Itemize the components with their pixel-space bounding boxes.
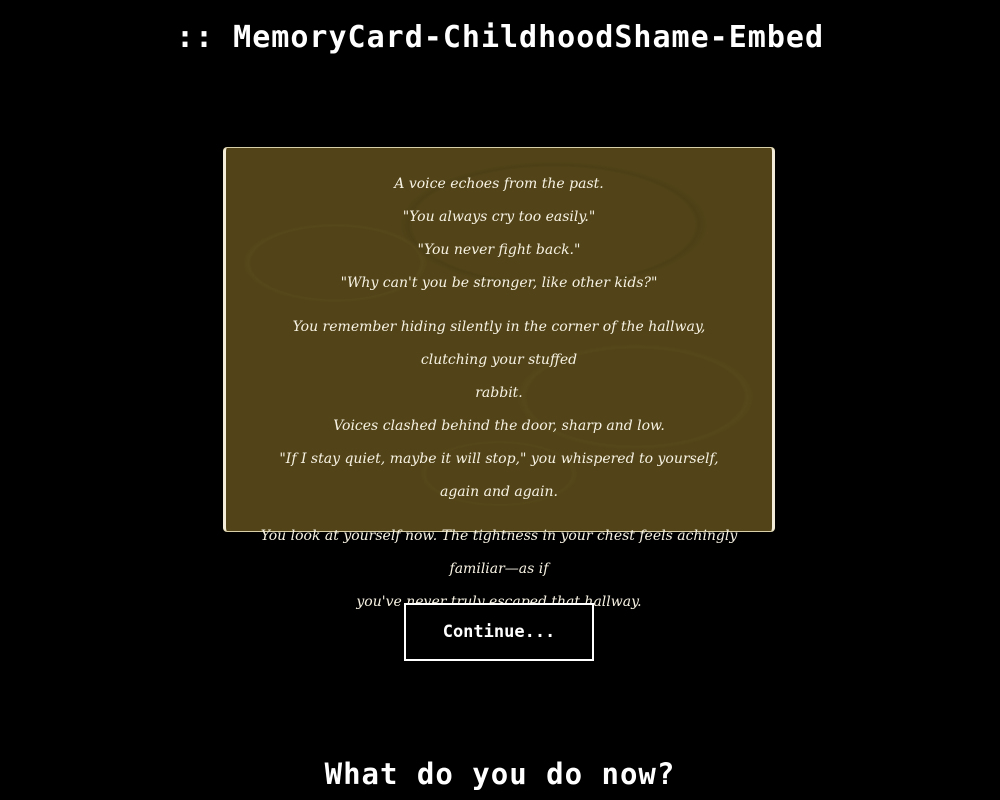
card-line: "You always cry too easily." xyxy=(402,209,596,225)
card-line: "Why can't you be stronger, like other k… xyxy=(340,275,658,291)
memory-paragraph-hallway: You remember hiding silently in the corn… xyxy=(260,311,738,509)
card-line: Voices clashed behind the door, sharp an… xyxy=(333,418,665,434)
card-line: rabbit. xyxy=(475,385,523,401)
choice-prompt: What do you do now? xyxy=(324,757,676,791)
memory-card: A voice echoes from the past. "You alway… xyxy=(223,148,775,610)
card-line: You look at yourself now. The tightness … xyxy=(260,528,738,577)
card-line: A voice echoes from the past. xyxy=(394,176,604,192)
card-line: "If I stay quiet, maybe it will stop," y… xyxy=(279,451,719,500)
memory-paragraph-voices: A voice echoes from the past. "You alway… xyxy=(260,168,738,300)
card-line: "You never fight back." xyxy=(417,242,581,258)
passage-title: :: MemoryCard-ChildhoodShame-Embed xyxy=(175,20,825,55)
continue-button[interactable]: Continue... xyxy=(404,603,594,661)
card-line: You remember hiding silently in the corn… xyxy=(292,319,706,368)
